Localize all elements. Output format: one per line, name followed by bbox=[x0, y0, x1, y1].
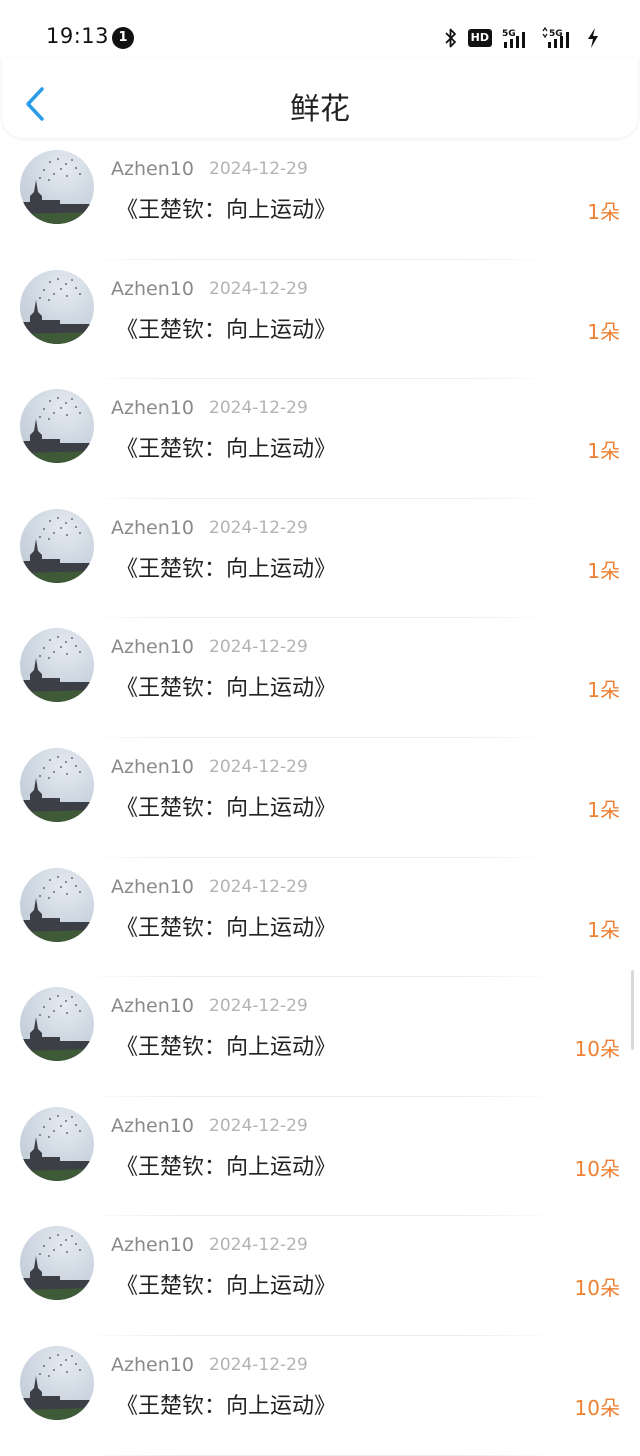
page-title: 鲜花 bbox=[290, 92, 350, 127]
avatar[interactable] bbox=[20, 269, 94, 344]
book-title[interactable]: 《王楚钦：向上运动》 bbox=[116, 192, 336, 224]
signal-5g-icon: 5G bbox=[502, 29, 525, 48]
record-date: 2024-12-29 bbox=[209, 756, 308, 777]
avatar[interactable] bbox=[20, 867, 94, 942]
avatar-image bbox=[20, 636, 94, 703]
hd-voice-icon: HD bbox=[467, 29, 492, 47]
avatar[interactable] bbox=[20, 150, 94, 224]
avatar-image bbox=[20, 397, 94, 464]
status-time: 19:13 bbox=[46, 24, 110, 48]
bluetooth-icon bbox=[445, 28, 456, 48]
user-name[interactable]: Azhen10 bbox=[111, 1354, 194, 1376]
record-date: 2024-12-29 bbox=[209, 1235, 308, 1256]
list-item[interactable]: Azhen10 2024-12-29 《王楚钦：向上运动》 1朵 bbox=[0, 858, 640, 978]
user-name[interactable]: Azhen10 bbox=[111, 1115, 194, 1137]
avatar[interactable] bbox=[20, 1106, 94, 1181]
avatar-image bbox=[20, 1114, 94, 1181]
avatar[interactable] bbox=[20, 1345, 94, 1420]
flower-count: 1朵 bbox=[587, 917, 620, 942]
charging-bolt-icon bbox=[588, 28, 598, 48]
book-title[interactable]: 《王楚钦：向上运动》 bbox=[116, 1029, 336, 1061]
flower-count: 10朵 bbox=[574, 1037, 620, 1062]
flower-count: 1朵 bbox=[587, 797, 620, 822]
avatar-image bbox=[20, 158, 94, 224]
book-title[interactable]: 《王楚钦：向上运动》 bbox=[116, 431, 336, 463]
avatar[interactable] bbox=[20, 389, 94, 464]
record-date: 2024-12-29 bbox=[209, 1354, 308, 1375]
book-title[interactable]: 《王楚钦：向上运动》 bbox=[116, 1268, 336, 1300]
user-name[interactable]: Azhen10 bbox=[111, 636, 194, 658]
user-name[interactable]: Azhen10 bbox=[111, 1234, 194, 1256]
flower-count: 1朵 bbox=[587, 558, 620, 583]
user-name[interactable]: Azhen10 bbox=[111, 995, 194, 1017]
flower-count: 10朵 bbox=[574, 1276, 620, 1301]
avatar[interactable] bbox=[20, 987, 94, 1062]
header-bar: 鲜花 bbox=[2, 58, 638, 138]
scrollbar-thumb[interactable] bbox=[631, 970, 634, 1050]
record-date: 2024-12-29 bbox=[209, 1115, 308, 1136]
avatar[interactable] bbox=[20, 747, 94, 822]
user-name[interactable]: Azhen10 bbox=[111, 517, 194, 539]
record-date: 2024-12-29 bbox=[209, 876, 308, 897]
user-name[interactable]: Azhen10 bbox=[111, 278, 194, 300]
list-item[interactable]: Azhen10 2024-12-29 《王楚钦：向上运动》 1朵 bbox=[0, 140, 640, 260]
flower-count: 1朵 bbox=[587, 319, 620, 344]
book-title[interactable]: 《王楚钦：向上运动》 bbox=[116, 551, 336, 583]
row-divider bbox=[80, 1454, 560, 1456]
avatar-image bbox=[20, 516, 94, 583]
user-name[interactable]: Azhen10 bbox=[111, 158, 194, 180]
avatar[interactable] bbox=[20, 1226, 94, 1301]
user-name[interactable]: Azhen10 bbox=[111, 756, 194, 778]
avatar-image bbox=[20, 277, 94, 344]
flower-count: 1朵 bbox=[587, 200, 620, 224]
book-title[interactable]: 《王楚钦：向上运动》 bbox=[116, 790, 336, 822]
book-title[interactable]: 《王楚钦：向上运动》 bbox=[116, 910, 336, 942]
list-item[interactable]: Azhen10 2024-12-29 《王楚钦：向上运动》 1朵 bbox=[0, 379, 640, 499]
list-item[interactable]: Azhen10 2024-12-29 《王楚钦：向上运动》 10朵 bbox=[0, 1216, 640, 1336]
list-item[interactable]: Azhen10 2024-12-29 《王楚钦：向上运动》 10朵 bbox=[0, 1097, 640, 1217]
record-date: 2024-12-29 bbox=[209, 996, 308, 1017]
list-item[interactable]: Azhen10 2024-12-29 《王楚钦：向上运动》 1朵 bbox=[0, 260, 640, 380]
signal-5g-icon-2: 5G bbox=[542, 27, 569, 48]
flower-record-list[interactable]: Azhen10 2024-12-29 《王楚钦：向上运动》 1朵 Azhen10… bbox=[0, 140, 640, 1456]
record-date: 2024-12-29 bbox=[209, 517, 308, 538]
flower-count: 10朵 bbox=[574, 1395, 620, 1420]
record-date: 2024-12-29 bbox=[209, 159, 308, 179]
book-title[interactable]: 《王楚钦：向上运动》 bbox=[116, 670, 336, 702]
record-date: 2024-12-29 bbox=[209, 278, 308, 299]
avatar-image bbox=[20, 875, 94, 942]
book-title[interactable]: 《王楚钦：向上运动》 bbox=[116, 312, 336, 344]
book-title[interactable]: 《王楚钦：向上运动》 bbox=[116, 1388, 336, 1420]
list-item[interactable]: Azhen10 2024-12-29 《王楚钦：向上运动》 1朵 bbox=[0, 738, 640, 858]
notification-badge: 1 bbox=[112, 27, 134, 49]
avatar-image bbox=[20, 756, 94, 822]
avatar-image bbox=[20, 1354, 94, 1420]
flower-count: 1朵 bbox=[587, 678, 620, 703]
list-item[interactable]: Azhen10 2024-12-29 《王楚钦：向上运动》 1朵 bbox=[0, 618, 640, 738]
user-name[interactable]: Azhen10 bbox=[111, 876, 194, 898]
avatar-image bbox=[20, 1234, 94, 1301]
status-icons: HD 5G 5G bbox=[444, 26, 600, 50]
user-name[interactable]: Azhen10 bbox=[111, 397, 194, 419]
record-date: 2024-12-29 bbox=[209, 398, 308, 419]
list-item[interactable]: Azhen10 2024-12-29 《王楚钦：向上运动》 10朵 bbox=[0, 977, 640, 1097]
network-label-1: 5G bbox=[502, 29, 516, 39]
list-item[interactable]: Azhen10 2024-12-29 《王楚钦：向上运动》 10朵 bbox=[0, 1336, 640, 1456]
flower-count: 10朵 bbox=[574, 1156, 620, 1181]
avatar-image bbox=[20, 995, 94, 1062]
avatar[interactable] bbox=[20, 628, 94, 703]
book-title[interactable]: 《王楚钦：向上运动》 bbox=[116, 1149, 336, 1181]
list-item[interactable]: Azhen10 2024-12-29 《王楚钦：向上运动》 1朵 bbox=[0, 499, 640, 619]
avatar[interactable] bbox=[20, 508, 94, 583]
record-date: 2024-12-29 bbox=[209, 637, 308, 658]
flower-count: 1朵 bbox=[587, 439, 620, 464]
